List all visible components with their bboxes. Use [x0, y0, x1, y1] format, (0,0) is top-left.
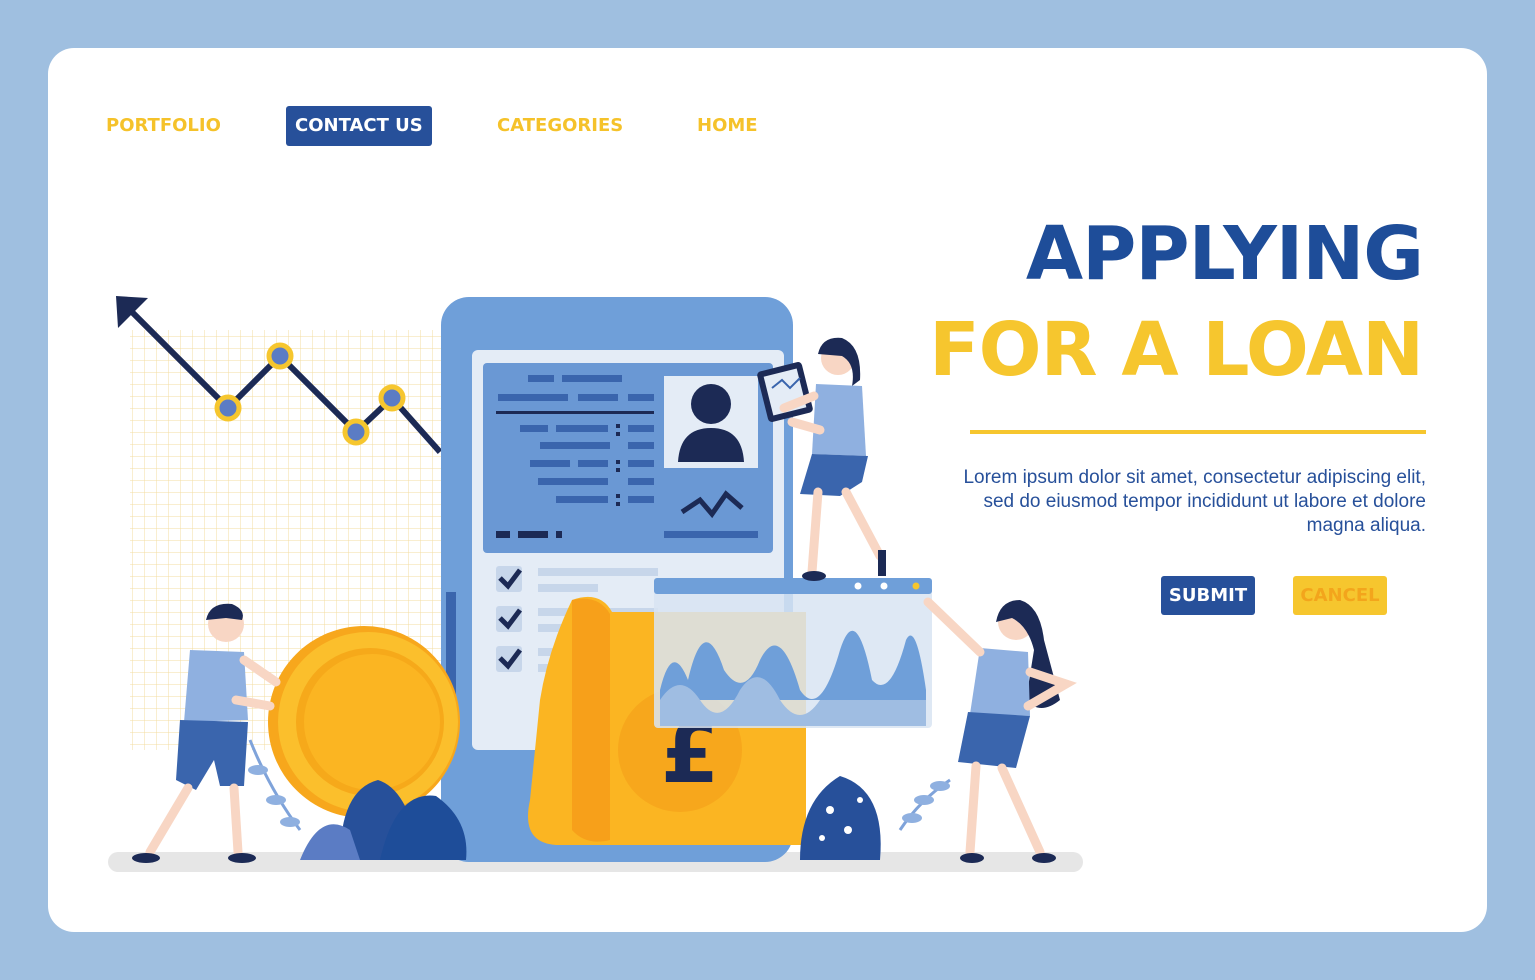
area-chart-window-icon — [654, 578, 932, 728]
loan-illustration: £ — [108, 296, 1083, 872]
person-woman-right — [923, 597, 1077, 863]
